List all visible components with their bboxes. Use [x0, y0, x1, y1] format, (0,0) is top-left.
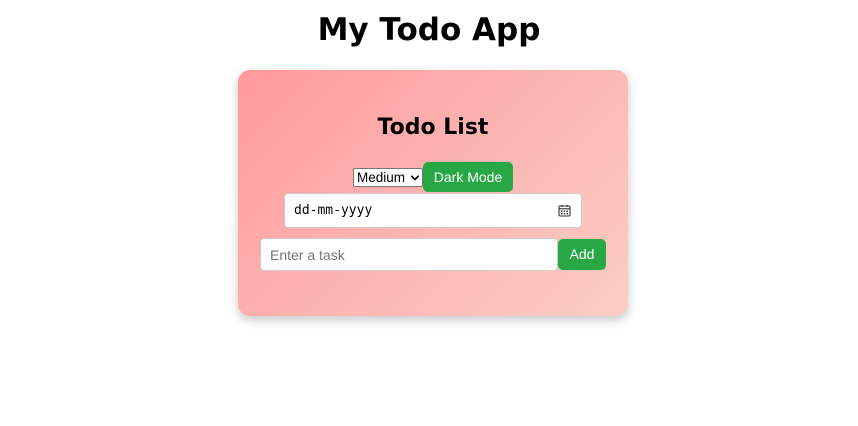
dark-mode-button[interactable]: Dark Mode: [423, 162, 513, 192]
date-input-placeholder: dd-mm-yyyy: [294, 203, 373, 218]
date-input[interactable]: dd-mm-yyyy: [284, 193, 582, 228]
card-title: Todo List: [377, 115, 489, 140]
task-input[interactable]: [260, 238, 558, 271]
priority-select-value: Medium: [357, 170, 406, 185]
page: My Todo App Todo List Medium Dark Mode d…: [0, 0, 858, 426]
add-task-button[interactable]: Add: [558, 239, 606, 270]
calendar-icon[interactable]: [558, 204, 571, 217]
page-title: My Todo App: [317, 12, 541, 48]
priority-select[interactable]: Medium: [353, 168, 423, 187]
todo-card: Todo List Medium Dark Mode dd-mm-yyyy En…: [238, 70, 628, 316]
chevron-down-icon: [411, 175, 419, 181]
